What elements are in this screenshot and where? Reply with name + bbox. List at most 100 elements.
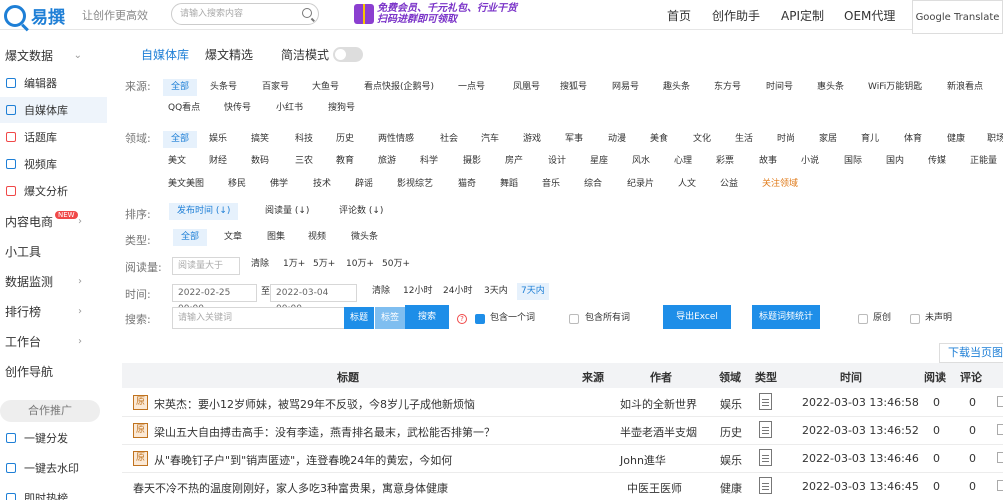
sidebar-group-monitor[interactable]: 数据监测 ›	[0, 268, 107, 294]
domain-option[interactable]: 家居	[819, 131, 837, 148]
export-excel-button[interactable]: 导出Excel	[663, 305, 731, 329]
search-input[interactable]: 请输入搜索内容	[171, 3, 319, 25]
source-option[interactable]: 搜狗号	[328, 100, 355, 117]
time-to-input[interactable]: 2022-03-04 00:00	[270, 284, 357, 314]
source-option[interactable]: 百家号	[262, 79, 289, 96]
domain-option[interactable]: 三农	[295, 153, 313, 170]
domain-option[interactable]: 关注领域	[762, 176, 798, 193]
sidebar-item-media-library[interactable]: 自媒体库	[0, 97, 107, 123]
domain-option[interactable]: 风水	[632, 153, 650, 170]
table-row[interactable]: 原从"春晚钉子户"到"销声匿迹"，连登春晚24年的黄宏，今如何 John進华 娱乐 2…	[122, 445, 1003, 473]
time-option[interactable]: 24小时	[443, 283, 472, 300]
domain-option[interactable]: 国内	[886, 153, 904, 170]
reads-input[interactable]: 阅读量大于	[172, 257, 240, 275]
domain-option[interactable]: 公益	[720, 176, 738, 193]
time-from-input[interactable]: 2022-02-25 00:00	[172, 284, 257, 314]
sidebar-item-distribute[interactable]: 一键分发	[0, 425, 107, 451]
domain-option[interactable]: 游戏	[523, 131, 541, 148]
simple-mode-toggle[interactable]	[333, 46, 364, 62]
include-one-checkbox[interactable]	[475, 314, 485, 324]
domain-option[interactable]: 传媒	[928, 153, 946, 170]
domain-option[interactable]: 摄影	[463, 153, 481, 170]
domain-option[interactable]: 技术	[313, 176, 331, 193]
type-option[interactable]: 微头条	[351, 229, 378, 246]
keyword-input[interactable]: 请输入关键词	[172, 307, 347, 329]
domain-option[interactable]: 小说	[801, 153, 819, 170]
source-option[interactable]: 新浪看点	[947, 79, 983, 96]
domain-option[interactable]: 故事	[759, 153, 777, 170]
domain-option[interactable]: 职场	[987, 131, 1003, 148]
domain-option[interactable]: 搞笑	[251, 131, 269, 148]
source-option[interactable]: 凤凰号	[513, 79, 540, 96]
author[interactable]: 如斗的全新世界	[620, 396, 697, 412]
domain-option[interactable]: 科学	[420, 153, 438, 170]
time-option[interactable]: 清除	[372, 283, 390, 300]
domain-option[interactable]: 辟谣	[355, 176, 373, 193]
copy-icon[interactable]	[997, 424, 1003, 435]
domain-option[interactable]: 全部	[163, 131, 198, 148]
tab-media-library[interactable]: 自媒体库	[141, 46, 189, 63]
col-time[interactable]: 时间	[840, 369, 862, 385]
domain-option[interactable]: 健康	[947, 131, 965, 148]
source-option[interactable]: 小红书	[276, 100, 303, 117]
domain-option[interactable]: 纪录片	[627, 176, 654, 193]
time-option[interactable]: 3天内	[484, 283, 508, 300]
table-row[interactable]: 原宋英杰：要小12岁师妹，被骂29年不反驳，今8岁儿子成他新烦恼 如斗的全新世界 娱…	[122, 389, 1003, 417]
source-option[interactable]: 网易号	[612, 79, 639, 96]
tab-featured[interactable]: 爆文精选	[205, 46, 253, 63]
source-option[interactable]: 看点快报(企鹅号)	[364, 79, 434, 96]
domain-option[interactable]: 房产	[505, 153, 523, 170]
col-reads[interactable]: 阅读	[924, 369, 946, 385]
sidebar-group-navigation[interactable]: 创作导航	[0, 358, 107, 384]
domain-option[interactable]: 音乐	[542, 176, 560, 193]
source-option[interactable]: 全部	[163, 79, 198, 96]
help-icon[interactable]: ?	[457, 314, 467, 324]
domain-option[interactable]: 移民	[228, 176, 246, 193]
domain-option[interactable]: 综合	[584, 176, 602, 193]
type-option[interactable]: 视频	[308, 229, 326, 246]
domain-option[interactable]: 佛学	[270, 176, 288, 193]
domain-option[interactable]: 心理	[674, 153, 692, 170]
author[interactable]: 中医王医师	[627, 480, 682, 496]
promo-banner[interactable]: 免费会员、千元礼包、行业干货 扫码进群即可领取	[354, 2, 528, 26]
col-field[interactable]: 领域	[719, 369, 741, 385]
sidebar-item-videos[interactable]: 视频库	[0, 151, 107, 177]
source-option[interactable]: WiFi万能钥匙	[868, 79, 922, 96]
include-all-checkbox[interactable]	[569, 314, 579, 324]
source-option[interactable]: 东方号	[714, 79, 741, 96]
col-comments[interactable]: 评论	[960, 369, 982, 385]
domain-option[interactable]: 猫奇	[458, 176, 476, 193]
sidebar-item-analysis[interactable]: 爆文分析	[0, 178, 107, 204]
source-option[interactable]: 时间号	[766, 79, 793, 96]
logo[interactable]: 易撰	[4, 3, 65, 28]
source-option[interactable]: 快传号	[224, 100, 251, 117]
domain-option[interactable]: 生活	[735, 131, 753, 148]
domain-option[interactable]: 动漫	[608, 131, 626, 148]
reads-option[interactable]: 50万+	[382, 256, 410, 273]
domain-option[interactable]: 财经	[209, 153, 227, 170]
domain-option[interactable]: 体育	[904, 131, 922, 148]
sidebar-group-hot-data[interactable]: 爆文数据 ⌄	[0, 42, 107, 68]
sidebar-group-ecommerce[interactable]: 内容电商 NEW ›	[0, 208, 107, 234]
col-source[interactable]: 来源	[582, 369, 604, 385]
seg-tag[interactable]: 标签	[375, 307, 405, 329]
author[interactable]: 半壶老酒半支烟	[620, 424, 697, 440]
source-option[interactable]: 趣头条	[663, 79, 690, 96]
sort-publish-time[interactable]: 发布时间 (↓)	[169, 203, 239, 220]
col-title[interactable]: 标题	[337, 369, 359, 385]
copy-icon[interactable]	[997, 452, 1003, 463]
seg-title[interactable]: 标题	[344, 307, 374, 329]
source-option[interactable]: 一点号	[458, 79, 485, 96]
domain-option[interactable]: 彩票	[716, 153, 734, 170]
domain-option[interactable]: 旅游	[378, 153, 396, 170]
source-option[interactable]: 搜狐号	[560, 79, 587, 96]
reads-option[interactable]: 1万+	[283, 256, 305, 273]
article-title[interactable]: 春天不冷不热的温度刚刚好，家人多吃3种富贵果，寓意身体健康	[133, 480, 448, 496]
domain-option[interactable]: 星座	[590, 153, 608, 170]
nav-api[interactable]: API定制	[781, 7, 824, 24]
article-title[interactable]: 宋英杰：要小12岁师妹，被骂29年不反驳，今8岁儿子成他新烦恼	[154, 396, 475, 412]
source-option[interactable]: QQ看点	[168, 100, 200, 117]
table-row[interactable]: 春天不冷不热的温度刚刚好，家人多吃3种富贵果，寓意身体健康 中医王医师 健康 2022…	[122, 473, 1003, 500]
domain-option[interactable]: 科技	[295, 131, 313, 148]
domain-option[interactable]: 教育	[336, 153, 354, 170]
